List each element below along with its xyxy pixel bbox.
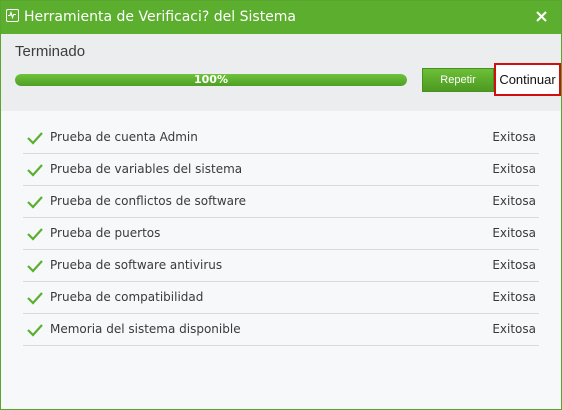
checkmark-icon — [27, 132, 43, 145]
repeat-button[interactable]: Repetir — [422, 68, 494, 92]
row-status: Exitosa — [492, 162, 536, 176]
results-list: Prueba de cuenta Admin Exitosa Prueba de… — [1, 111, 561, 409]
checkmark-icon — [27, 260, 43, 273]
system-check-icon — [6, 9, 19, 22]
verification-window: Herramienta de Verificaci? del Sistema T… — [0, 0, 562, 410]
row-label: Prueba de compatibilidad — [50, 290, 204, 304]
list-item: Prueba de compatibilidad Exitosa — [23, 282, 539, 314]
progress-label: 100% — [194, 74, 228, 86]
row-label: Prueba de software antivirus — [50, 258, 223, 272]
row-label: Prueba de conflictos de software — [50, 194, 247, 208]
row-label: Memoria del sistema disponible — [50, 322, 241, 336]
row-label: Prueba de cuenta Admin — [50, 130, 198, 144]
list-item: Prueba de software antivirus Exitosa — [23, 250, 539, 282]
list-item: Prueba de cuenta Admin Exitosa — [23, 122, 539, 154]
row-status: Exitosa — [492, 322, 536, 336]
row-status: Exitosa — [492, 130, 536, 144]
title-bar[interactable]: Herramienta de Verificaci? del Sistema — [1, 1, 561, 34]
row-label: Prueba de variables del sistema — [50, 162, 243, 176]
row-status: Exitosa — [492, 194, 536, 208]
checkmark-icon — [27, 324, 43, 337]
continue-button[interactable]: Continuar — [494, 63, 561, 96]
close-icon[interactable] — [533, 6, 551, 26]
row-label: Prueba de puertos — [50, 226, 161, 240]
status-title: Terminado — [15, 43, 86, 60]
row-status: Exitosa — [492, 258, 536, 272]
checkmark-icon — [27, 292, 43, 305]
list-item: Prueba de variables del sistema Exitosa — [23, 154, 539, 186]
row-status: Exitosa — [492, 290, 536, 304]
window-title: Herramienta de Verificaci? del Sistema — [24, 9, 297, 25]
status-header: Terminado 100% Repetir Continuar — [1, 34, 561, 111]
checkmark-icon — [27, 164, 43, 177]
list-item: Prueba de puertos Exitosa — [23, 218, 539, 250]
checkmark-icon — [27, 228, 43, 241]
progress-bar: 100% — [15, 74, 407, 86]
list-item: Memoria del sistema disponible Exitosa — [23, 314, 539, 346]
row-status: Exitosa — [492, 226, 536, 240]
list-item: Prueba de conflictos de software Exitosa — [23, 186, 539, 218]
checkmark-icon — [27, 196, 43, 209]
